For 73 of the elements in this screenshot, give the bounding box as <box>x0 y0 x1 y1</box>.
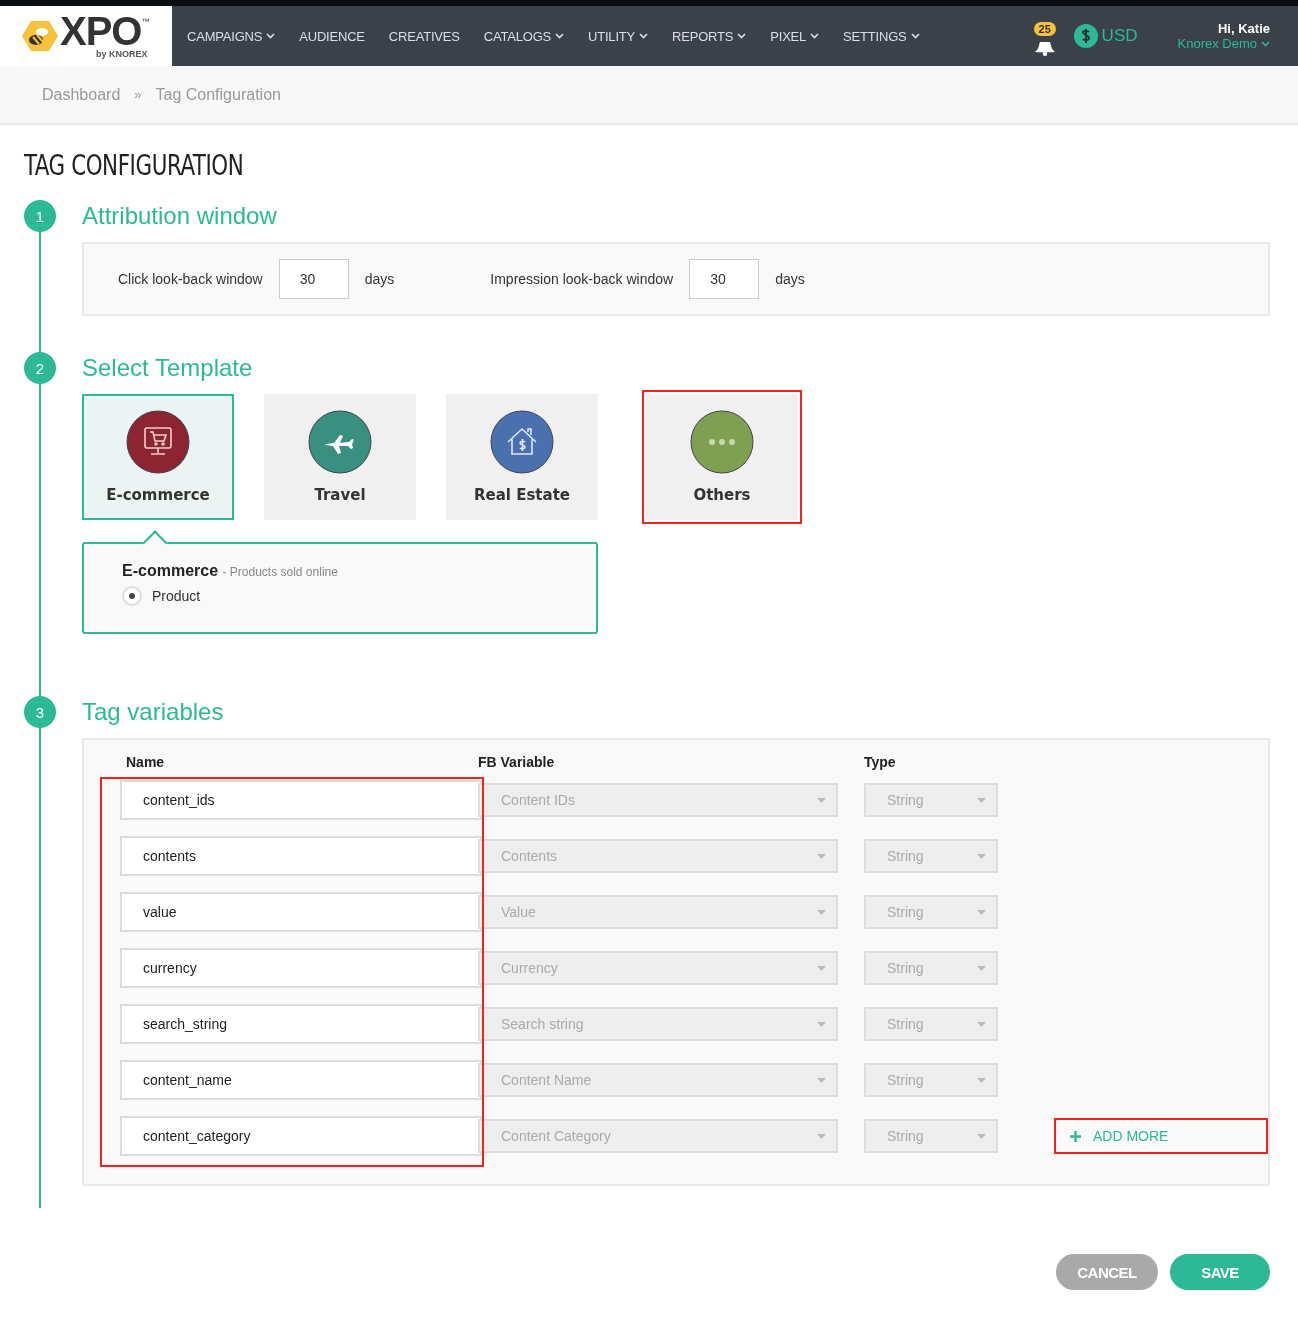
field-label: Impression look-back window <box>490 271 674 287</box>
unit-label: days <box>775 271 805 287</box>
notification-count: 25 <box>1033 22 1056 36</box>
chevron-down-icon <box>810 33 820 39</box>
name-field[interactable]: value <box>120 892 482 932</box>
radio-label: Product <box>152 588 201 604</box>
nav-item[interactable]: SETTINGS <box>843 28 920 44</box>
step-number: 3 <box>24 696 56 728</box>
dollar-icon <box>1073 24 1098 48</box>
number-field[interactable]: 30 <box>278 259 349 299</box>
caret-icon <box>977 1133 986 1139</box>
trademark-text: ™ <box>141 17 150 26</box>
notification-bell[interactable]: 25 <box>1029 16 1060 56</box>
nav-item[interactable]: UTILITY <box>588 28 649 44</box>
template-tile[interactable]: E-commerce <box>82 394 234 520</box>
nav-item[interactable]: CATALOGS <box>483 28 565 44</box>
nav-item[interactable]: CREATIVES <box>388 28 460 44</box>
field-label: Click look-back window <box>118 271 263 287</box>
step-title: Attribution window <box>82 201 278 231</box>
caret-icon <box>817 965 826 971</box>
template-tile[interactable]: Travel <box>264 394 416 520</box>
name-field[interactable]: currency <box>120 948 482 988</box>
caret-icon <box>977 853 986 859</box>
breadcrumb-separator: » <box>134 87 142 102</box>
template-tile[interactable]: Others <box>646 394 798 520</box>
logo-text: XPO <box>60 13 142 49</box>
chevron-down-icon <box>639 33 649 39</box>
template-description: E-commerce - Products sold online <box>122 562 339 580</box>
caret-icon <box>977 965 986 971</box>
caret-icon <box>817 1133 826 1139</box>
caret-icon <box>977 797 986 803</box>
logo[interactable]: XPO™ by KNOREX <box>0 6 172 66</box>
caret-icon <box>977 1021 986 1027</box>
step-number: 2 <box>24 352 56 384</box>
template-tile[interactable]: Real Estate <box>446 394 598 520</box>
step-number: 1 <box>24 200 56 232</box>
name-field[interactable]: content_name <box>120 1060 482 1100</box>
page-title: TAG CONFIGURATION <box>24 149 245 182</box>
account-menu[interactable]: Knorex Demo <box>1177 36 1270 51</box>
number-field[interactable]: 30 <box>689 259 760 299</box>
bell-icon <box>1032 41 1057 56</box>
chevron-down-icon <box>910 33 920 39</box>
radio-button[interactable] <box>122 586 142 606</box>
logo-byline: by KNOREX <box>95 49 148 59</box>
column-header: Name <box>125 754 166 770</box>
caret-icon <box>817 797 826 803</box>
caret-icon <box>817 853 826 859</box>
caret-icon <box>817 909 826 915</box>
chevron-down-icon <box>1261 40 1270 47</box>
name-field[interactable]: content_category <box>120 1116 482 1156</box>
caret-icon <box>977 1077 986 1083</box>
currency-selector[interactable]: USD <box>1073 24 1138 48</box>
chevron-down-icon <box>266 33 276 39</box>
column-header: Type <box>864 754 897 770</box>
name-field[interactable]: contents <box>120 836 482 876</box>
plus-icon <box>1070 1130 1081 1142</box>
step-title: Select Template <box>82 353 254 383</box>
caret-icon <box>817 1077 826 1083</box>
nav-item[interactable]: REPORTS <box>672 28 747 44</box>
nav-item[interactable]: AUDIENCE <box>299 28 365 44</box>
caret-icon <box>817 1021 826 1027</box>
name-field[interactable]: content_ids <box>120 780 482 820</box>
nav-item[interactable]: PIXEL <box>770 28 820 44</box>
name-field[interactable]: search_string <box>120 1004 482 1044</box>
greeting: Hi, Katie <box>1218 21 1270 36</box>
chevron-down-icon <box>555 33 565 39</box>
bee-hexagon-icon <box>22 20 58 52</box>
unit-label: days <box>364 271 395 287</box>
nav-item[interactable]: CAMPAIGNS <box>187 28 276 44</box>
column-header: FB Variable <box>478 754 556 770</box>
step-title: Tag variables <box>82 697 225 727</box>
caret-icon <box>977 909 986 915</box>
chevron-down-icon <box>737 33 747 39</box>
